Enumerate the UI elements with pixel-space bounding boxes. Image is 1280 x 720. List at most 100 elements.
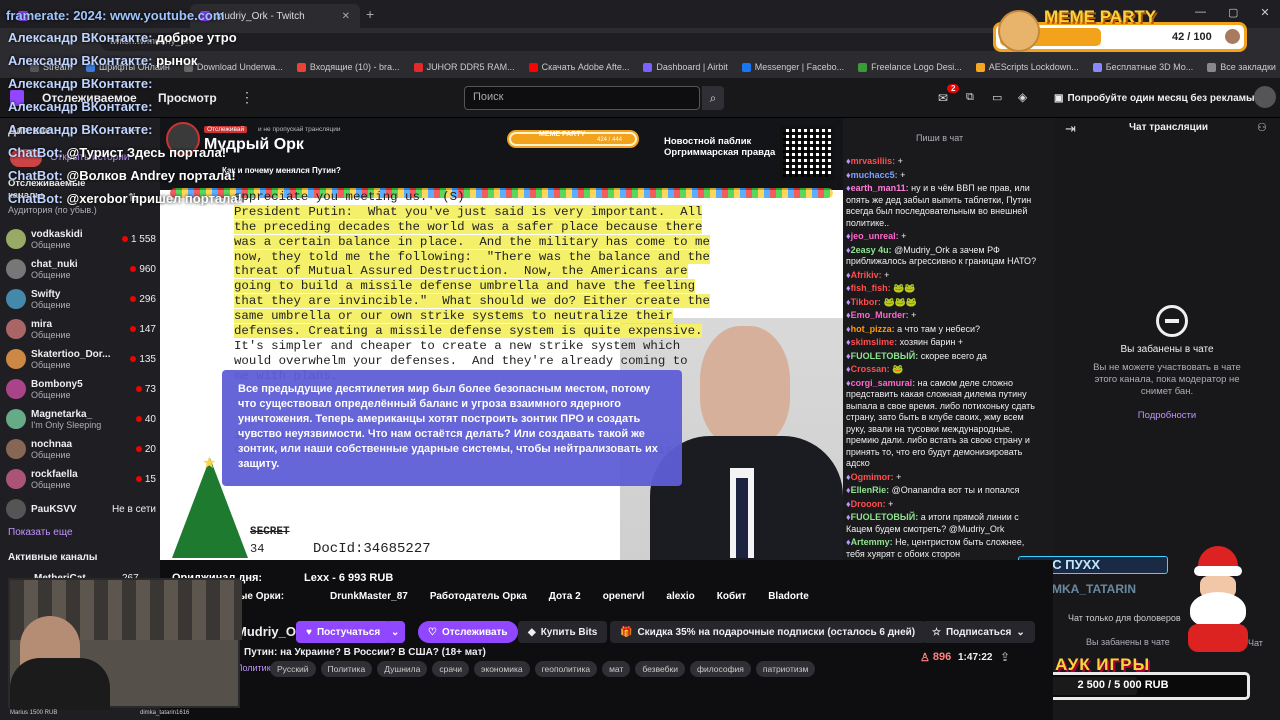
chat-messages: ♦mrvasiliis: + ♦muchacc5: + ♦earth_man11: … <box>846 156 1042 596</box>
stream-tag[interactable]: Душнила <box>377 661 428 677</box>
page-number: 34 <box>250 542 265 556</box>
live-dot-icon <box>130 296 137 302</box>
bookmark-icon <box>1207 62 1217 72</box>
stream-tag[interactable]: патриотизм <box>755 661 816 677</box>
minimize-icon[interactable]: — <box>1195 6 1206 19</box>
chat-message: ♦jeo_unreal: + <box>846 231 907 241</box>
crown-icon[interactable]: ◈ <box>1018 90 1027 104</box>
bookmark-item[interactable]: Скачать Adobe Afte... <box>528 62 629 72</box>
chat-message: ♦Afrikiv: + <box>846 269 890 280</box>
no-ads-promo-button[interactable]: ▣ Попробуйте один месяц без рекламы <box>1048 88 1261 108</box>
maximize-icon[interactable]: ▢ <box>1228 6 1238 19</box>
chat-message: ♦Drooon: + <box>846 498 894 509</box>
channel-viewers: 40 <box>135 414 156 425</box>
show-more-link[interactable]: Показать еще <box>8 527 73 538</box>
sidebar-channel[interactable]: PauKSVV Не в сети <box>6 495 156 523</box>
gift-icon: 🎁 <box>620 626 633 638</box>
stream-tag[interactable]: геополитика <box>534 661 598 677</box>
new-tab-button[interactable]: + <box>366 6 374 22</box>
bookmark-item[interactable]: JUHOR DDR5 RAM... <box>413 62 515 72</box>
stream-tag[interactable]: срачи <box>432 661 470 677</box>
document-line: threat of Mutual Assured Destruction. No… <box>234 264 688 279</box>
document-line: the preceding decades the world was a sa… <box>234 219 703 234</box>
chat-header: Пиши в чат <box>916 133 964 143</box>
user-avatar[interactable] <box>1254 86 1276 108</box>
document-line: appreciate you meeting us. (S) <box>234 190 465 204</box>
channel-viewers: 960 <box>130 264 156 275</box>
sidebar-channel[interactable]: vodkaskidi Общение 1 558 <box>6 225 156 253</box>
share-icon[interactable]: ⇪ <box>1000 650 1010 664</box>
inbox-icon[interactable]: ✉ <box>938 91 948 105</box>
channel-viewers: 296 <box>130 294 156 305</box>
bookmark-item[interactable]: Все закладки <box>1207 62 1276 72</box>
channel-avatar <box>6 499 26 519</box>
qr-code-icon <box>780 126 834 180</box>
audience-sort[interactable]: Аудитория (по убыв.) <box>8 205 97 215</box>
sidebar-channel[interactable]: mira Общение 147 <box>6 315 156 343</box>
bookmark-item[interactable]: Dashboard | Airbit <box>643 62 728 72</box>
close-window-icon[interactable]: ✕ <box>1260 6 1269 19</box>
sidebar-channel[interactable]: rockfaella Общение 15 <box>6 465 156 493</box>
meme-progress-text: 42 / 100 <box>1172 31 1212 43</box>
doc-id: DocId:34685227 <box>313 541 431 557</box>
subscribe-button[interactable]: ☆ Подписаться ⌄ <box>922 621 1035 643</box>
bookmark-icon <box>643 62 653 72</box>
close-tab-icon[interactable]: ✕ <box>342 11 350 22</box>
window-controls: — ▢ ✕ <box>1195 6 1270 19</box>
whispers-icon[interactable]: ▭ <box>992 91 1002 104</box>
sidebar-channel[interactable]: Swifty Общение 296 <box>6 285 156 313</box>
translation-subtitles: Все предыдущие десятилетия мир был более… <box>222 370 682 486</box>
stream-title: Путин: на Украине? В России? В США? (18+… <box>244 647 486 658</box>
channel-avatar <box>6 439 26 459</box>
uptime: 1:47:22 <box>958 652 993 663</box>
ork-name: DrunkMaster_87 <box>330 591 408 602</box>
gift-sub-button[interactable]: 🎁 Скидка 35% на подарочные подписки (оста… <box>610 621 926 643</box>
collapse-chat-icon[interactable]: ⇥ <box>1065 121 1076 137</box>
small-meme-party-bar: MEME PARTY 424 / 444 <box>507 130 639 148</box>
cam-footer-right: dimka_tatarin1616 <box>140 710 190 716</box>
sidebar-channel[interactable]: Skatertioo_Dor... Общение 135 <box>6 345 156 373</box>
secret-stamp: SECRET <box>250 526 290 538</box>
bookmark-icon <box>975 62 985 72</box>
details-link[interactable]: Подробности <box>1085 410 1249 421</box>
document-line: going to build a missile defense umbrell… <box>234 279 696 294</box>
document-line: that they are invincible." What should w… <box>234 294 710 309</box>
notifications-icon[interactable]: ⧉ <box>966 91 974 104</box>
bookmark-icon <box>413 62 423 72</box>
bookmark-item[interactable]: Messenger | Facebo... <box>741 62 844 72</box>
heart-icon: ♡ <box>428 626 437 638</box>
knock-dropdown-icon[interactable]: ⌄ <box>385 621 406 643</box>
sidebar-channel[interactable]: nochnaa Общение 20 <box>6 435 156 463</box>
auction-label: АУК ИГРЫ <box>1055 655 1151 674</box>
buy-bits-button[interactable]: ◆ Купить Bits <box>518 621 608 643</box>
stream-tag[interactable]: экономика <box>474 661 530 677</box>
bookmark-item[interactable]: Бесплатные 3D Мо... <box>1092 62 1193 72</box>
overlay-chat-message: Александр ВКонтакте: <box>8 99 153 114</box>
bookmark-item[interactable]: Freelance Logo Desi... <box>858 62 962 72</box>
bookmark-item[interactable]: Входящие (10) - bra... <box>296 62 400 72</box>
search-input[interactable]: Поиск <box>464 86 700 110</box>
bookmark-item[interactable]: AEScripts Lockdown... <box>975 62 1079 72</box>
stream-tag[interactable]: Политика <box>320 661 373 677</box>
follow-button[interactable]: ♡ Отслеживать <box>418 621 518 643</box>
search-icon[interactable]: ⌕ <box>702 86 724 110</box>
ork-name: Работодатель Орка <box>429 591 527 602</box>
notification-badge: 2 <box>947 84 960 93</box>
stream-tag[interactable]: мат <box>602 661 631 677</box>
stream-tag[interactable]: безвебки <box>635 661 685 677</box>
bits-icon: ◆ <box>528 626 536 638</box>
overlay-chat-message: Александр ВКонтакте: доброе утро <box>8 30 237 45</box>
sidebar-channel[interactable]: Bombony5 Общение 73 <box>6 375 156 403</box>
sidebar-channel[interactable]: Magnetarka_ I'm Only Sleeping 40 <box>6 405 156 433</box>
users-icon[interactable]: ⚇ <box>1257 121 1267 134</box>
channel-avatar <box>6 259 26 279</box>
channel-viewers: 73 <box>135 384 156 395</box>
sidebar-channel[interactable]: chat_nuki Общение 960 <box>6 255 156 283</box>
framerate-overlay: framerate: 2024: www.youtube.com <box>6 8 225 23</box>
chat-message: ♦Artemmy: Не, центристом быть сложнее, т… <box>846 537 1025 559</box>
chat-message: ♦FUOLETOBЫЙ: а итоги прямой линии с Каце… <box>846 512 1019 534</box>
knock-button[interactable]: ♥ Постучаться <box>296 621 391 643</box>
stream-tag[interactable]: философия <box>689 661 751 677</box>
overlay-chat-message: Александр ВКонтакте: <box>8 76 153 91</box>
stream-tag[interactable]: Русский <box>270 661 316 677</box>
